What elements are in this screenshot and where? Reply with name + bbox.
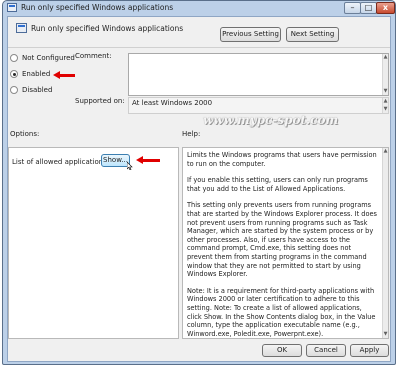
help-paragraph: This setting only prevents users from ru… [187, 201, 377, 279]
title-bar[interactable]: Run only specified Windows applications … [4, 1, 395, 15]
close-button[interactable]: x [376, 2, 395, 14]
allowed-apps-label: List of allowed applications [12, 158, 107, 166]
next-setting-button[interactable]: Next Setting [286, 27, 339, 42]
app-icon [7, 3, 17, 12]
help-paragraph: Limits the Windows programs that users h… [187, 151, 377, 168]
supported-on-value: At least Windows 2000 [132, 99, 213, 107]
scroll-up-icon[interactable]: ▲ [383, 55, 388, 60]
previous-setting-button[interactable]: Previous Setting [220, 27, 281, 42]
supported-on-label: Supported on: [75, 97, 125, 105]
scroll-down-icon[interactable]: ▼ [383, 332, 388, 337]
red-arrow-icon [136, 156, 160, 164]
cursor-icon [127, 162, 133, 170]
minimize-button[interactable]: – [344, 2, 361, 14]
help-paragraph: Note: It is a requirement for third-part… [187, 286, 376, 338]
help-paragraph: If you enable this setting, users can on… [187, 176, 368, 193]
maximize-button[interactable]: □ [360, 2, 377, 14]
help-label: Help: [182, 130, 201, 138]
ok-button[interactable]: OK [262, 344, 302, 357]
scroll-up-icon[interactable]: ▲ [383, 99, 388, 104]
help-scrollbar[interactable]: ▲ ▼ [382, 148, 388, 338]
radio-button[interactable] [10, 54, 18, 62]
comment-scrollbar[interactable]: ▲ ▼ [382, 54, 388, 95]
watermark: www.mypc-spot.com [203, 113, 339, 127]
dialog-client-area: Run only specified Windows applications … [7, 16, 391, 362]
help-text: Limits the Windows programs that users h… [187, 151, 377, 338]
options-label: Options: [10, 130, 40, 138]
apply-button[interactable]: Apply [350, 344, 389, 357]
supported-on-field: At least Windows 2000 ▲ ▼ [128, 97, 389, 114]
header-divider [8, 47, 390, 48]
policy-icon [16, 23, 27, 33]
comment-label: Comment: [75, 52, 112, 60]
comment-textarea[interactable] [128, 53, 389, 96]
scroll-down-icon[interactable]: ▼ [383, 107, 388, 112]
options-panel: List of allowed applications Show... [8, 147, 179, 339]
scroll-down-icon[interactable]: ▼ [383, 89, 388, 94]
supported-scrollbar[interactable]: ▲ ▼ [382, 98, 388, 113]
scroll-up-icon[interactable]: ▲ [383, 149, 388, 154]
cancel-button[interactable]: Cancel [306, 344, 346, 357]
help-panel: Limits the Windows programs that users h… [182, 147, 389, 339]
show-button[interactable]: Show... [101, 154, 130, 167]
radio-button[interactable] [10, 70, 18, 78]
radio-button[interactable] [10, 86, 18, 94]
radio-label: Not Configured [22, 54, 75, 62]
window-title: Run only specified Windows applications [21, 3, 174, 12]
radio-label: Enabled [22, 70, 51, 78]
radio-label: Disabled [22, 86, 53, 94]
red-arrow-icon [53, 71, 75, 79]
policy-title: Run only specified Windows applications [31, 24, 184, 33]
